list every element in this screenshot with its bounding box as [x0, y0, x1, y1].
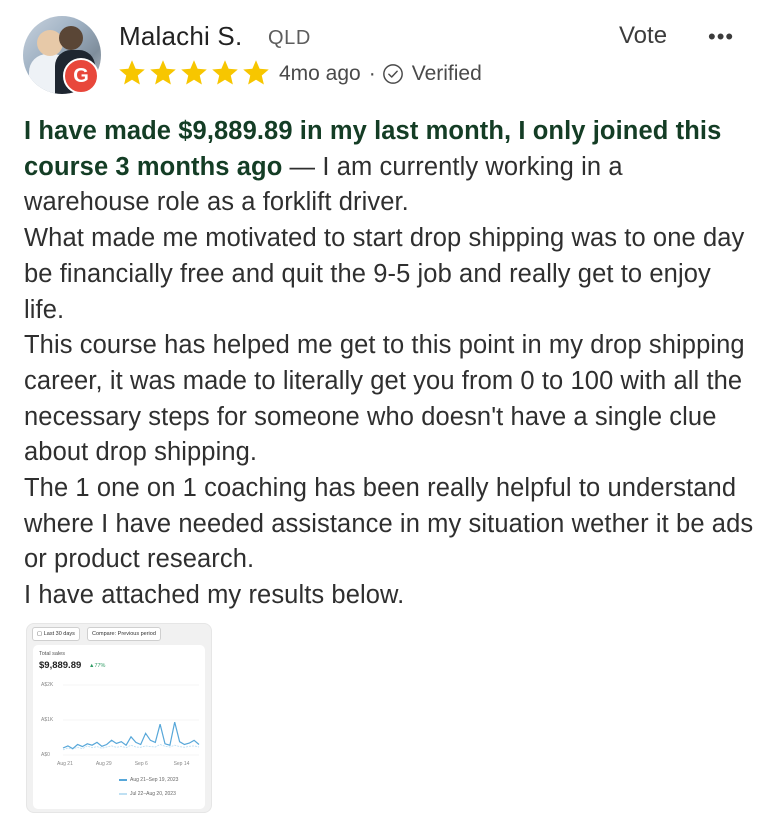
y-tick-label: A$0: [41, 752, 50, 758]
calendar-icon: ▢: [37, 631, 44, 637]
legend-swatch: [119, 779, 127, 781]
star-icon: [212, 60, 238, 85]
review-paragraph: I have made $9,889.89 in my last month, …: [24, 114, 754, 221]
avatar-figure-head: [59, 26, 83, 50]
legend-swatch: [119, 793, 127, 795]
legend-item: Aug 21–Sep 19, 2023: [119, 777, 178, 783]
date-range-chip: ▢ Last 30 days: [32, 627, 80, 641]
legend-label: Aug 21–Sep 19, 2023: [130, 777, 179, 783]
attached-image[interactable]: ▢ Last 30 days Compare: Previous period …: [26, 623, 212, 813]
x-tick-label: Sep 6: [134, 761, 148, 767]
star-icon: [150, 60, 176, 85]
series-line: [62, 744, 200, 751]
more-options-icon[interactable]: •••: [708, 24, 734, 50]
google-icon: G: [63, 58, 99, 94]
star-icon: [181, 60, 207, 85]
sales-chart-card: Total sales $9,889.89 ▲77% A$2K A$1K A$0 Au…: [33, 645, 205, 809]
y-tick-label: A$1K: [41, 717, 54, 723]
compare-chip: Compare: Previous period: [87, 627, 161, 641]
reviewer-name[interactable]: Malachi S.: [119, 21, 242, 52]
review-paragraph: I have attached my results below.: [24, 581, 405, 610]
check-circle-icon: [382, 64, 403, 84]
star-icon: [119, 60, 145, 85]
review-meta: 4mo ago · Verified: [279, 62, 482, 86]
y-tick-label: A$2K: [41, 682, 54, 688]
legend-label: Jul 22–Aug 20, 2023: [130, 791, 176, 797]
x-tick-label: Aug 29: [95, 761, 112, 767]
series-line: [62, 721, 200, 750]
x-tick-label: Sep 14: [173, 761, 190, 767]
meta-separator: ·: [368, 62, 376, 85]
review-paragraph: The 1 one on 1 coaching has been really …: [24, 474, 754, 574]
review-time: 4mo ago: [279, 62, 361, 85]
chip-label: Last 30 days: [43, 631, 75, 637]
vote-button[interactable]: Vote: [619, 22, 667, 50]
reviewer-region: QLD: [268, 27, 311, 49]
verified-label: Verified: [411, 62, 482, 85]
star-rating: [117, 58, 271, 88]
x-tick-label: Aug 21: [57, 761, 73, 767]
review-paragraph: What made me motivated to start drop shi…: [24, 224, 745, 324]
review-paragraph: This course has helped me get to this po…: [24, 331, 745, 467]
sales-line-chart: [62, 684, 200, 756]
review-body: I have made $9,889.89 in my last month, …: [24, 114, 754, 614]
legend-item: Jul 22–Aug 20, 2023: [119, 791, 176, 797]
star-icon: [243, 60, 269, 85]
